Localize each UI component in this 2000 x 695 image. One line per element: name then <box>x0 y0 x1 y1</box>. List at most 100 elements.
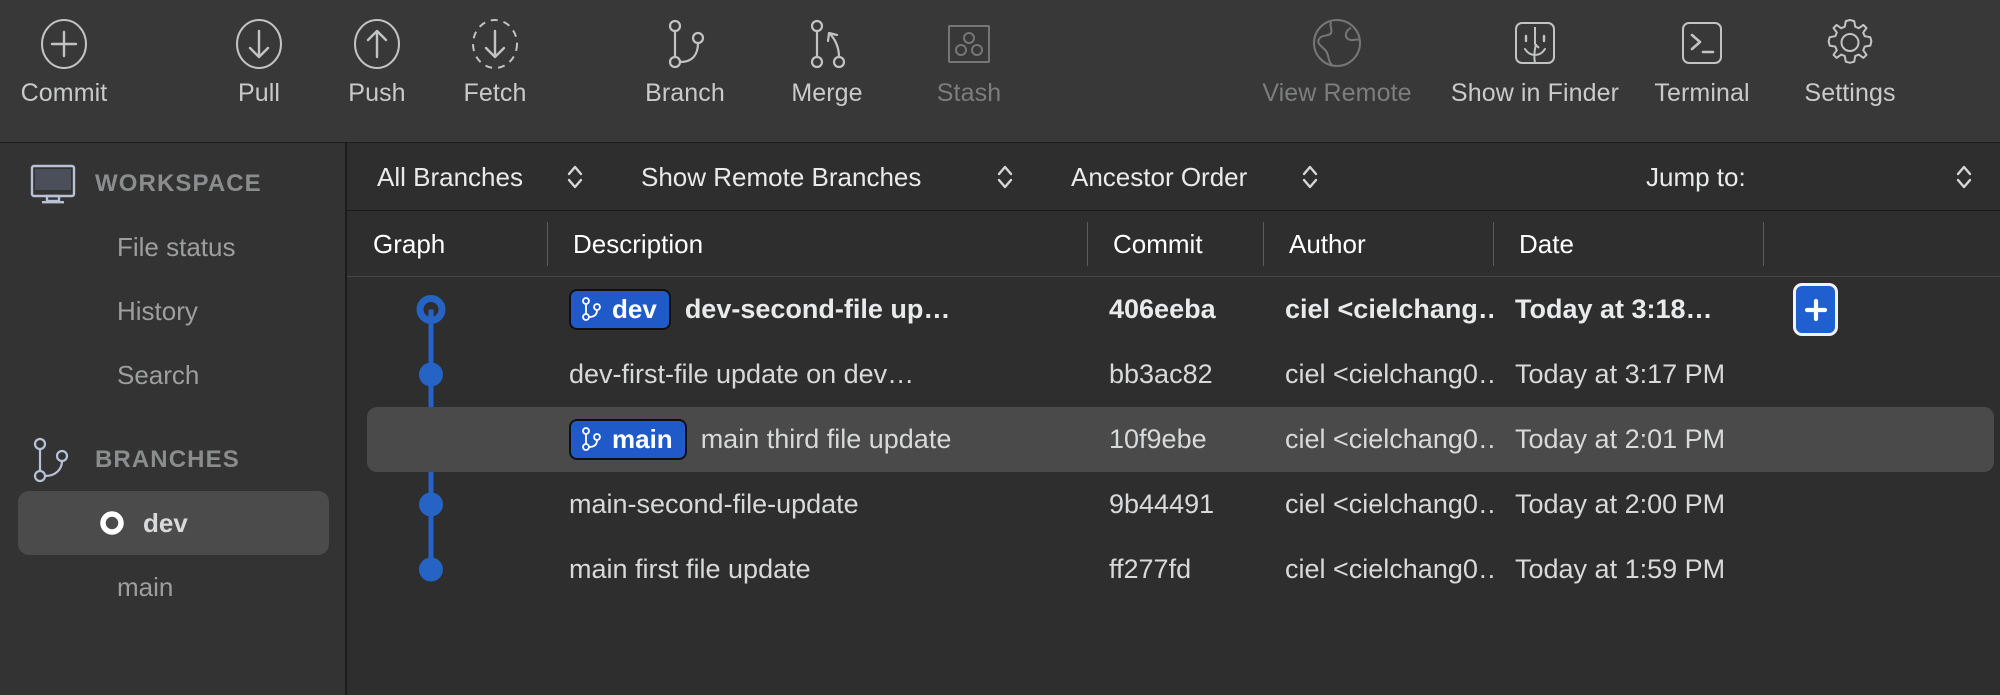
fetch-dashed-icon <box>463 16 527 78</box>
commit-author: ciel <cielchang0… <box>1285 424 1493 454</box>
sidebar-item-branch-main[interactable]: main <box>18 555 329 619</box>
sidebar: WORKSPACE File status History Search BRANC… <box>0 143 347 695</box>
toolbar-button-label: Push <box>348 79 406 107</box>
monitor-icon <box>30 164 76 204</box>
branch-icon <box>30 436 76 484</box>
commit-plus-icon <box>32 16 96 78</box>
branch-badge[interactable]: dev <box>569 289 671 330</box>
commit-hash: ff277fd <box>1109 554 1192 584</box>
branch-badge-label: dev <box>612 294 657 324</box>
commit-date: Today at 3:17 PM <box>1515 359 1726 389</box>
push-up-arrow-icon <box>345 16 409 78</box>
toolbar-button-settings[interactable]: Settings <box>1776 0 1924 108</box>
toolbar-button-commit[interactable]: Commit <box>0 0 128 108</box>
column-header-description[interactable]: Description <box>547 211 1087 277</box>
sidebar-item-label: Search <box>117 359 200 390</box>
commit-hash-cell: 10f9ebe <box>1087 407 1263 472</box>
jump-to-dropdown[interactable]: Jump to: <box>1346 143 2000 211</box>
author-cell: ciel <cielchang0… <box>1263 342 1493 407</box>
row-actions-cell <box>1763 277 1994 342</box>
toolbar-button-terminal[interactable]: Terminal <box>1628 0 1776 108</box>
branch-badge[interactable]: main <box>569 419 687 460</box>
author-cell: ciel <cielchang0… <box>1263 407 1493 472</box>
git-client-window: Commit Pull Push Fetch Branch Merge Stas… <box>0 0 2000 695</box>
sidebar-item-history[interactable]: History <box>18 279 329 343</box>
column-header-commit[interactable]: Commit <box>1087 211 1263 277</box>
toolbar-button-push[interactable]: Push <box>318 0 436 108</box>
branch-badge-label: main <box>612 424 673 454</box>
toolbar-button-branch[interactable]: Branch <box>614 0 756 108</box>
column-header-graph[interactable]: Graph <box>347 211 547 277</box>
commit-author: ciel <cielchang… <box>1285 294 1493 324</box>
description-cell: dev dev-second-file up… <box>547 277 1087 342</box>
branch-icon <box>581 297 603 321</box>
commit-hash-cell: bb3ac82 <box>1087 342 1263 407</box>
commit-description: main-second-file-update <box>569 489 859 519</box>
commit-date: Today at 2:00 PM <box>1515 489 1726 519</box>
commit-description: dev-second-file up… <box>684 294 951 324</box>
ancestor-order-dropdown[interactable]: Ancestor Order <box>1041 143 1346 211</box>
toolbar-button-fetch[interactable]: Fetch <box>436 0 554 108</box>
filter-bar: All Branches Show Remote Branches Ancest… <box>347 143 2000 211</box>
toolbar-button-label: Pull <box>237 79 281 107</box>
date-cell: Today at 3:17 PM <box>1493 342 1763 407</box>
commit-date: Today at 2:01 PM <box>1515 424 1726 454</box>
branch-filter-dropdown[interactable]: All Branches <box>347 143 611 211</box>
remote-branches-filter-dropdown[interactable]: Show Remote Branches <box>611 143 1041 211</box>
commit-row[interactable]: dev dev-second-file up… 406eeba ciel <ci… <box>367 277 1994 342</box>
commit-hash: bb3ac82 <box>1109 359 1213 389</box>
author-cell: ciel <cielchang… <box>1263 277 1493 342</box>
sidebar-item-file-status[interactable]: File status <box>18 215 329 279</box>
commit-hash: 406eeba <box>1109 294 1216 324</box>
window-body: WORKSPACE File status History Search BRANC… <box>0 143 2000 695</box>
toolbar-button-view-remote: View Remote <box>1232 0 1442 108</box>
main-toolbar: Commit Pull Push Fetch Branch Merge Stas… <box>0 0 2000 143</box>
branch-icon <box>653 16 717 78</box>
author-cell: ciel <cielchang0… <box>1263 537 1493 602</box>
commit-row[interactable]: dev-first-file update on dev… bb3ac82 ci… <box>367 342 1994 407</box>
commit-hash-cell: ff277fd <box>1087 537 1263 602</box>
sidebar-section-title: WORKSPACE <box>95 170 262 197</box>
current-branch-indicator-icon <box>99 510 125 536</box>
gear-icon <box>1818 16 1882 78</box>
description-cell: dev-first-file update on dev… <box>547 342 1087 407</box>
commit-hash: 9b44491 <box>1109 489 1215 519</box>
description-cell: main first file update <box>547 537 1087 602</box>
jump-to-label: Jump to: <box>1646 161 1746 192</box>
remote-filter-label: Show Remote Branches <box>641 161 922 192</box>
chevron-updown-icon <box>1300 160 1346 194</box>
commit-row[interactable]: main main third file update 10f9ebe ciel… <box>367 407 1994 472</box>
toolbar-button-label: Show in Finder <box>1450 79 1620 107</box>
sidebar-item-label: dev <box>143 507 188 538</box>
date-cell: Today at 3:18… <box>1493 277 1763 342</box>
commit-hash: 10f9ebe <box>1109 424 1207 454</box>
toolbar-button-show-in-finder[interactable]: Show in Finder <box>1442 0 1628 108</box>
commit-row[interactable]: main first file update ff277fd ciel <cie… <box>367 537 1994 602</box>
commit-author: ciel <cielchang0… <box>1285 554 1493 584</box>
sidebar-section-branches: BRANCHES <box>0 429 347 491</box>
main-panel: All Branches Show Remote Branches Ancest… <box>347 143 2000 695</box>
toolbar-button-label: Stash <box>936 79 1002 107</box>
date-cell: Today at 2:01 PM <box>1493 407 1763 472</box>
column-header-label: Commit <box>1113 228 1203 259</box>
branch-filter-label: All Branches <box>377 161 523 192</box>
column-header-author[interactable]: Author <box>1263 211 1493 277</box>
description-cell: main main third file update <box>547 407 1087 472</box>
sidebar-item-search[interactable]: Search <box>18 343 329 407</box>
row-actions-cell <box>1763 472 1994 537</box>
sidebar-item-branch-dev[interactable]: dev <box>18 491 329 555</box>
column-header-date[interactable]: Date <box>1493 211 1763 277</box>
table-header-row: Graph Description Commit Author Date <box>347 211 2000 277</box>
add-commit-button[interactable] <box>1793 283 1838 336</box>
branch-icon <box>581 427 603 451</box>
toolbar-button-merge[interactable]: Merge <box>756 0 898 108</box>
graph-cell <box>367 277 547 342</box>
graph-cell <box>367 407 547 472</box>
commit-row[interactable]: main-second-file-update 9b44491 ciel <ci… <box>367 472 1994 537</box>
globe-icon <box>1305 16 1369 78</box>
row-actions-cell <box>1763 342 1994 407</box>
column-header-label: Date <box>1519 228 1574 259</box>
toolbar-button-label: Commit <box>20 79 108 107</box>
toolbar-button-label: Terminal <box>1654 79 1750 107</box>
toolbar-button-pull[interactable]: Pull <box>200 0 318 108</box>
